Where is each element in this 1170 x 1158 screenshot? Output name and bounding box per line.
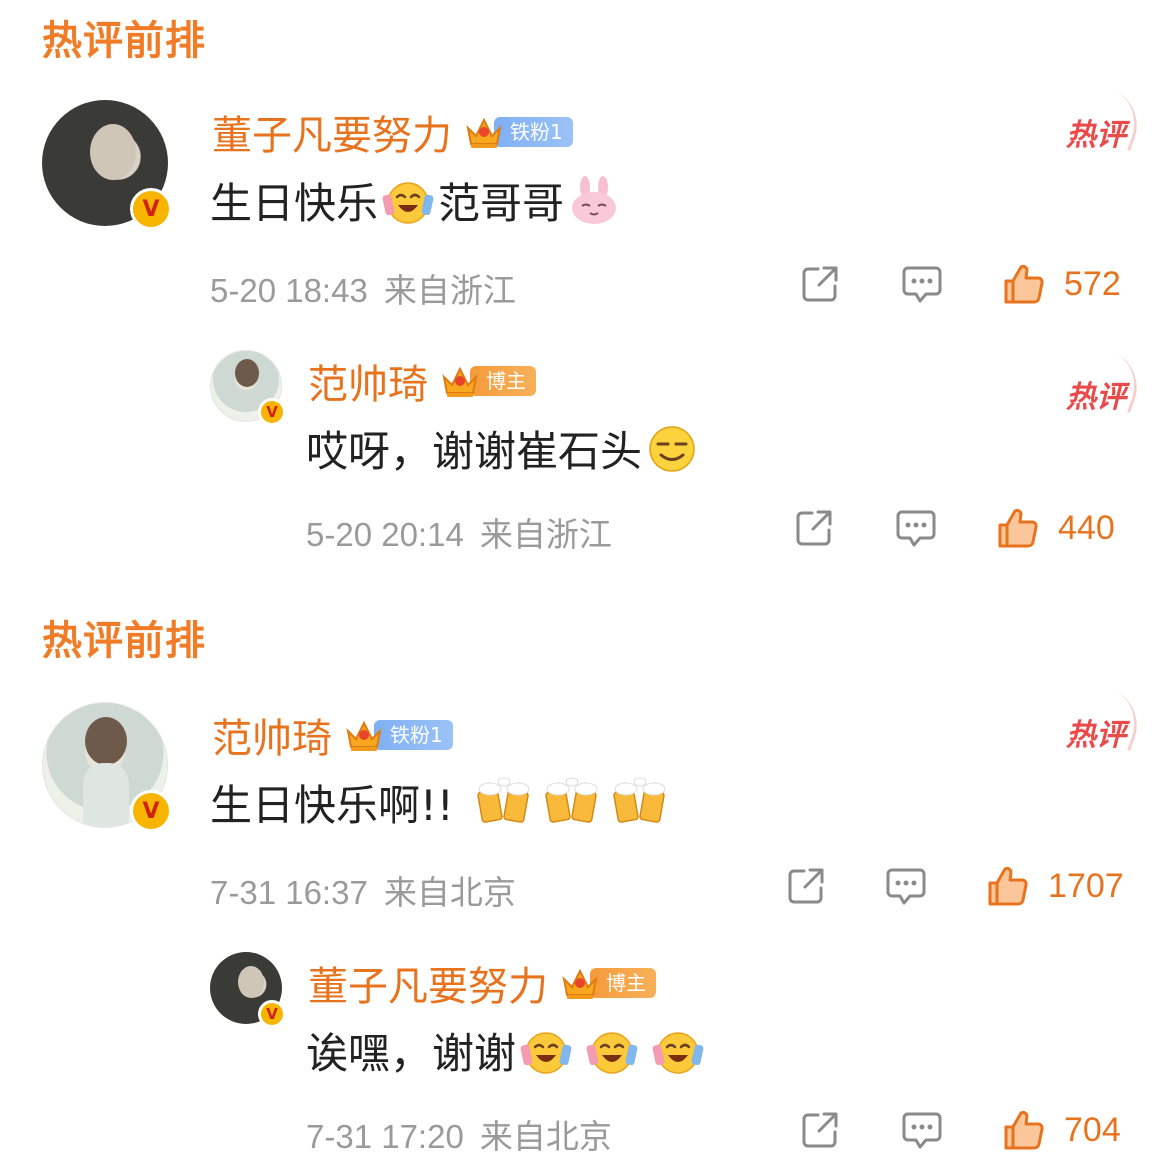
reply-text: 诶嘿，谢谢 bbox=[306, 1020, 708, 1081]
share-icon[interactable] bbox=[798, 262, 842, 306]
comment-icon[interactable] bbox=[900, 262, 944, 306]
beer-cheers-emoji bbox=[542, 777, 602, 829]
thumbs-up-icon bbox=[996, 506, 1040, 550]
comment-icon[interactable] bbox=[894, 506, 938, 550]
reply-text-part: 哎呀，谢谢崔石头 bbox=[306, 427, 643, 476]
reply-author[interactable]: 董子凡要努力 bbox=[308, 954, 548, 1012]
comment-date: 5-20 18:43 bbox=[210, 272, 368, 309]
like-button[interactable]: 572 bbox=[1002, 262, 1121, 306]
reply-date: 5-20 20:14 bbox=[306, 516, 464, 553]
thumbs-up-icon bbox=[1002, 1108, 1046, 1152]
comment-text: 生日快乐 范哥哥 bbox=[210, 170, 624, 231]
host-badge[interactable]: 博主 bbox=[440, 364, 536, 398]
comment-icon[interactable] bbox=[900, 1108, 944, 1152]
hot-comment-tag: 热评 bbox=[1066, 110, 1126, 154]
comment-author[interactable]: 董子凡要努力 bbox=[212, 103, 452, 161]
fan-badge[interactable]: 铁粉1 bbox=[464, 115, 573, 149]
reply-date: 7-31 17:20 bbox=[306, 1118, 464, 1155]
crown-icon bbox=[344, 717, 384, 753]
laugh-cry-emoji bbox=[520, 1025, 572, 1077]
host-badge[interactable]: 博主 bbox=[560, 966, 656, 1000]
comment-meta: 7-31 16:37 来自北京 bbox=[210, 866, 516, 914]
comment-author[interactable]: 范帅琦 bbox=[212, 706, 332, 764]
bunny-emoji bbox=[568, 175, 620, 227]
verified-v-badge: V bbox=[258, 1000, 286, 1028]
comment-icon[interactable] bbox=[884, 864, 928, 908]
reply-text-part: 诶嘿，谢谢 bbox=[306, 1029, 517, 1078]
like-count: 572 bbox=[1064, 264, 1121, 303]
comment-meta: 5-20 18:43 来自浙江 bbox=[210, 264, 516, 312]
laugh-cry-emoji bbox=[586, 1025, 638, 1077]
share-icon[interactable] bbox=[784, 864, 828, 908]
comment-date: 7-31 16:37 bbox=[210, 874, 368, 911]
hot-comment-tag: 热评 bbox=[1066, 710, 1126, 754]
thumbs-up-icon bbox=[986, 864, 1030, 908]
thumbs-up-icon bbox=[1002, 262, 1046, 306]
badge-label: 铁粉1 bbox=[494, 117, 573, 147]
comment-text: 生日快乐啊!! bbox=[210, 772, 674, 833]
like-count: 704 bbox=[1064, 1110, 1121, 1149]
reply-text: 哎呀，谢谢崔石头 bbox=[306, 418, 702, 479]
hot-comment-tag: 热评 bbox=[1066, 372, 1126, 416]
comment-text-part: 生日快乐啊!! bbox=[210, 781, 454, 830]
laugh-cry-emoji bbox=[382, 175, 434, 227]
comment-text-part: 生日快乐 bbox=[210, 179, 379, 228]
comment-text-part: 范哥哥 bbox=[438, 179, 565, 228]
fan-badge[interactable]: 铁粉1 bbox=[344, 718, 453, 752]
like-button[interactable]: 440 bbox=[996, 506, 1115, 550]
comment-location: 来自浙江 bbox=[383, 272, 516, 309]
verified-v-badge: V bbox=[130, 790, 172, 832]
comment-location: 来自北京 bbox=[383, 874, 516, 911]
share-icon[interactable] bbox=[792, 506, 836, 550]
like-count: 1707 bbox=[1048, 866, 1124, 905]
reply-location: 来自北京 bbox=[479, 1118, 612, 1155]
verified-v-badge: V bbox=[130, 188, 172, 230]
share-icon[interactable] bbox=[798, 1108, 842, 1152]
like-count: 440 bbox=[1058, 508, 1115, 547]
crown-icon bbox=[560, 965, 600, 1001]
section-title: 热评前排 bbox=[42, 18, 206, 64]
reply-author[interactable]: 范帅琦 bbox=[308, 352, 428, 410]
section-title: 热评前排 bbox=[42, 618, 206, 664]
crown-icon bbox=[440, 363, 480, 399]
crown-icon bbox=[464, 114, 504, 150]
smirk-emoji bbox=[646, 423, 698, 475]
beer-cheers-emoji bbox=[474, 777, 534, 829]
beer-cheers-emoji bbox=[610, 777, 670, 829]
badge-label: 铁粉1 bbox=[374, 720, 453, 750]
verified-v-badge: V bbox=[258, 398, 286, 426]
reply-meta: 5-20 20:14 来自浙江 bbox=[306, 508, 612, 556]
like-button[interactable]: 704 bbox=[1002, 1108, 1121, 1152]
laugh-cry-emoji bbox=[652, 1025, 704, 1077]
reply-location: 来自浙江 bbox=[479, 516, 612, 553]
reply-meta: 7-31 17:20 来自北京 bbox=[306, 1110, 612, 1158]
like-button[interactable]: 1707 bbox=[986, 864, 1124, 908]
